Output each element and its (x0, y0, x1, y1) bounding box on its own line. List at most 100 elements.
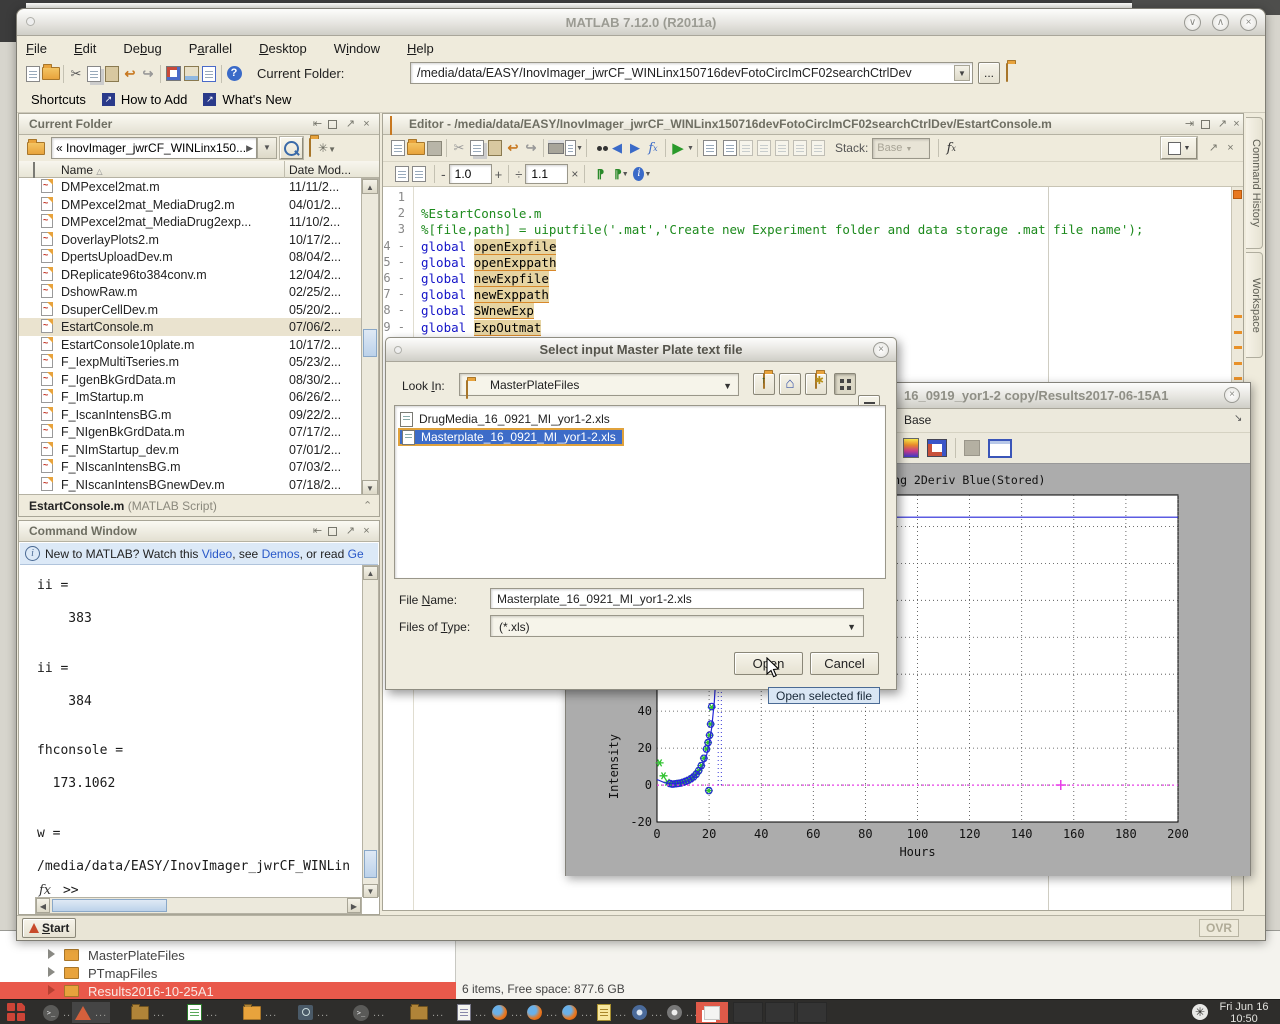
go-forward-icon[interactable]: ▶ (626, 139, 644, 157)
search-icon[interactable] (280, 137, 303, 159)
code-line[interactable]: global newExpfile (421, 271, 1211, 287)
combo-arrow-icon[interactable]: ▼ (847, 622, 856, 632)
tree-item[interactable]: Results2016-10-25A1 (0, 982, 456, 1000)
tab-command-history[interactable]: Command History (1246, 117, 1263, 249)
dock-icon[interactable]: ⇥ (1183, 118, 1196, 131)
scroll-down-icon[interactable]: ▼ (363, 884, 378, 898)
insert-cell-icon[interactable]: + (389, 165, 407, 183)
code-line[interactable]: global newExppath (421, 287, 1211, 303)
redo-icon[interactable]: ↪ (139, 65, 157, 83)
colormap-icon[interactable] (903, 438, 919, 458)
menu-item-file[interactable]: File (26, 41, 47, 56)
step-out-icon[interactable] (773, 139, 791, 157)
maximize-button[interactable]: ∧ (1212, 14, 1229, 31)
percent-run-all-icon[interactable]: ⁋▼ (612, 165, 630, 183)
clock-shutter-icon[interactable]: ✳ (1192, 1004, 1208, 1020)
code-line[interactable]: global ExpOutmat (421, 320, 1211, 336)
scroll-up-icon[interactable]: ▲ (363, 566, 378, 580)
undock-icon[interactable]: ↗ (1216, 118, 1229, 131)
table-row[interactable]: F_IscanIntensBG.m09/22/2... (19, 406, 361, 424)
dialog-titlebar[interactable]: Select input Master Plate text file × (386, 338, 896, 362)
run-icon[interactable]: ▶ (669, 139, 687, 157)
table-row[interactable]: DReplicate96to384conv.m12/04/2... (19, 266, 361, 284)
video-link[interactable]: Video (202, 547, 232, 561)
menu-item-parallel[interactable]: Parallel (189, 41, 232, 56)
scroll-left-icon[interactable]: ◀ (36, 898, 50, 913)
shortcut-label[interactable]: How to Add (121, 92, 188, 107)
menu-item-edit[interactable]: Edit (74, 41, 96, 56)
current-folder-header[interactable]: Current Folder ⇤ ↗ × (19, 114, 379, 135)
scroll-down-icon[interactable]: ▼ (362, 480, 378, 495)
actions-gear-icon[interactable]: ✳▼ (318, 141, 336, 155)
new-file-icon[interactable] (389, 139, 407, 157)
code-line[interactable]: %[file,path] = uiputfile('.mat','Create … (421, 222, 1211, 238)
grid-view-icon[interactable] (834, 373, 856, 395)
analyzer-mark[interactable] (1234, 346, 1242, 349)
close-panel-icon[interactable]: × (360, 118, 373, 131)
figure-close-icon[interactable]: × (1224, 387, 1240, 403)
editor-header[interactable]: Editor - /media/data/EASY/InovImager_jwr… (383, 114, 1243, 135)
cancel-button[interactable]: Cancel (810, 652, 879, 675)
start-button[interactable]: Start (22, 918, 76, 938)
name-column-header[interactable]: Name △ (61, 163, 103, 177)
analyzer-mark[interactable] (1234, 362, 1242, 365)
console-hscrollbar[interactable]: ◀ ▶ (35, 897, 362, 914)
clear-breakpoints-icon[interactable]: × (719, 139, 737, 157)
tree-item[interactable]: PTmapFiles (0, 964, 456, 982)
code-line[interactable]: %EstartConsole.m (421, 206, 1211, 222)
minimize-button[interactable]: ∨ (1184, 14, 1201, 31)
dialog-close-icon[interactable]: × (873, 342, 889, 358)
table-row[interactable]: DMPexcel2mat.m11/11/2... (19, 178, 361, 196)
date-column-header[interactable]: Date Mod... (289, 163, 351, 177)
divide-icon[interactable]: ÷ (515, 167, 522, 182)
close-button[interactable]: × (1240, 14, 1257, 31)
percent-run-icon[interactable]: ⁋ (591, 165, 609, 183)
table-row[interactable]: F_IgenBkGrdData.m08/30/2... (19, 371, 361, 389)
figure-menubar-overflow-icon[interactable]: ↘ (1234, 413, 1242, 424)
plot-options-icon[interactable] (927, 439, 947, 457)
file-name-input[interactable]: Masterplate_16_0921_MI_yor1-2.xls (490, 588, 864, 609)
find-icon[interactable] (590, 139, 608, 157)
getting-started-link[interactable]: Ge (348, 547, 364, 561)
expander-icon[interactable] (48, 949, 55, 959)
analyzer-mark[interactable] (1234, 377, 1242, 380)
list-item[interactable]: Masterplate_16_0921_MI_yor1-2.xls (398, 428, 624, 446)
table-row[interactable]: F_IexpMultiTseries.m05/23/2... (19, 353, 361, 371)
up-one-level-icon[interactable]: ↑ (753, 373, 775, 395)
print-icon[interactable] (547, 139, 565, 157)
analyzer-status-icon[interactable] (1233, 190, 1242, 199)
menu-item-help[interactable]: Help (407, 41, 434, 56)
combo-arrow-icon[interactable]: ▼ (723, 381, 732, 391)
close-editor-icon[interactable]: × (1224, 142, 1237, 155)
copy-icon[interactable] (85, 65, 103, 83)
layout-button[interactable]: ▼ (1161, 137, 1197, 159)
redo-icon[interactable]: ↪ (522, 139, 540, 157)
taskbar-item-folder[interactable]: ... (407, 1002, 447, 1023)
list-item[interactable]: DrugMedia_16_0921_MI_yor1-2.xls (398, 410, 616, 428)
breadcrumb-next-icon[interactable]: ▶ (246, 138, 253, 158)
analyzer-mark[interactable] (1234, 331, 1242, 334)
maximize-panel-icon[interactable] (328, 120, 337, 129)
print-preview-icon[interactable]: ▼ (565, 139, 583, 157)
new-file-icon[interactable] (24, 65, 42, 83)
stack-combo[interactable]: Base ▼ (872, 138, 930, 159)
window-layout-icon[interactable] (988, 439, 1012, 458)
paste-icon[interactable] (103, 65, 121, 83)
run-dropdown-icon[interactable]: ▼ (687, 145, 694, 152)
table-row[interactable]: F_ImStartup.m06/26/2... (19, 388, 361, 406)
zoom-field[interactable]: 1.1 (525, 164, 568, 184)
code-line[interactable]: global SWnewExp (421, 303, 1211, 319)
decrease-font-icon[interactable]: - (441, 166, 446, 182)
table-row[interactable]: DpertsUploadDev.m08/04/2... (19, 248, 361, 266)
expander-icon[interactable] (48, 967, 55, 977)
taskbar-item-folder-orange[interactable]: ... (240, 1002, 280, 1023)
save-icon[interactable] (425, 139, 443, 157)
current-folder-combo[interactable]: /media/data/EASY/InovImager_jwrCF_WINLin… (410, 62, 973, 84)
go-back-icon[interactable]: ◀ (608, 139, 626, 157)
dock-icon[interactable]: ⇤ (311, 118, 324, 131)
undo-icon[interactable]: ↩ (504, 139, 522, 157)
table-row[interactable]: F_NIgenBkGrdData.m07/17/2... (19, 423, 361, 441)
increase-font-icon[interactable]: + (495, 167, 503, 182)
command-window-header[interactable]: Command Window ⇤ ↗ × (19, 521, 379, 542)
home-icon[interactable]: ⌂ (779, 373, 801, 395)
